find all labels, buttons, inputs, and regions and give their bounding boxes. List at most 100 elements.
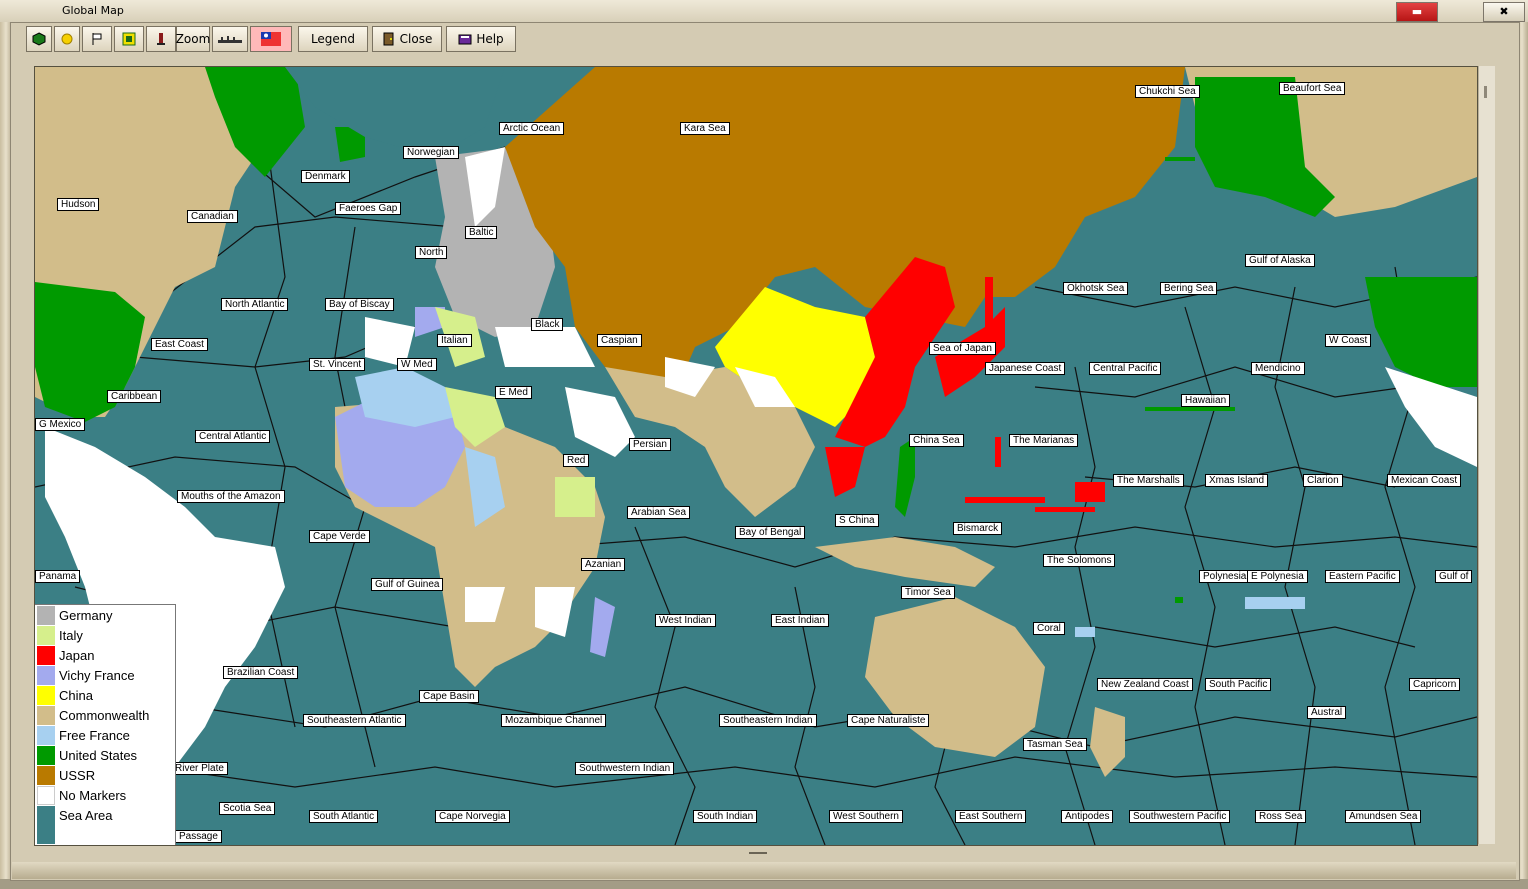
sea-label[interactable]: Tasman Sea — [1023, 738, 1087, 751]
sea-label[interactable]: Arctic Ocean — [499, 122, 565, 135]
sea-label[interactable]: G Mexico — [35, 418, 86, 431]
sea-label[interactable]: Polynesia — [1199, 570, 1251, 583]
sea-label[interactable]: The Marshalls — [1113, 474, 1184, 487]
sea-label[interactable]: Black — [531, 318, 564, 331]
sea-label[interactable]: East Southern — [955, 810, 1027, 823]
sea-label[interactable]: North Atlantic — [221, 298, 289, 311]
sea-label[interactable]: Gulf of Alaska — [1245, 254, 1315, 267]
sea-label[interactable]: Norwegian — [403, 146, 459, 159]
sea-label[interactable]: Faeroes Gap — [335, 202, 402, 215]
sea-label[interactable]: Caribbean — [107, 390, 162, 403]
sea-label[interactable]: Southwestern Indian — [575, 762, 675, 775]
sea-label[interactable]: Bay of Biscay — [325, 298, 394, 311]
sea-label[interactable]: Scotia Sea — [219, 802, 276, 815]
sea-label[interactable]: Amundsen Sea — [1345, 810, 1422, 823]
sea-label[interactable]: Panama — [35, 570, 81, 583]
nationality-flag-button[interactable] — [250, 26, 292, 52]
sea-label[interactable]: Central Atlantic — [195, 430, 271, 443]
sea-label[interactable]: Mouths of the Amazon — [177, 490, 285, 503]
sea-label[interactable]: Gulf of Guinea — [371, 578, 444, 591]
sea-label[interactable]: West Indian — [655, 614, 716, 627]
grip-handle[interactable] — [749, 852, 767, 854]
sea-label[interactable]: Coral — [1033, 622, 1065, 635]
sea-label[interactable]: Gulf of — [1435, 570, 1473, 583]
vertical-scrollbar[interactable] — [1478, 66, 1495, 844]
horizontal-scroll-grip[interactable] — [34, 846, 1476, 860]
sea-label[interactable]: St. Vincent — [309, 358, 366, 371]
sea-label[interactable]: Cape Basin — [419, 690, 479, 703]
sea-label[interactable]: Mexican Coast — [1387, 474, 1462, 487]
sea-label[interactable]: Azanian — [581, 558, 626, 571]
sea-label[interactable]: Canadian — [187, 210, 238, 223]
sea-label[interactable]: Southwestern Pacific — [1129, 810, 1231, 823]
sea-label[interactable]: Bismarck — [953, 522, 1003, 535]
sea-label[interactable]: Persian — [629, 438, 671, 451]
sea-label[interactable]: Cape Verde — [309, 530, 370, 543]
sea-label[interactable]: S China — [835, 514, 879, 527]
sea-label[interactable]: W Med — [397, 358, 437, 371]
sea-label[interactable]: E Med — [495, 386, 532, 399]
sea-label[interactable]: Southeastern Indian — [719, 714, 817, 727]
sea-label[interactable]: Central Pacific — [1089, 362, 1162, 375]
sea-label[interactable]: New Zealand Coast — [1097, 678, 1193, 691]
sea-label[interactable]: North — [415, 246, 448, 259]
sea-label[interactable]: East Coast — [151, 338, 208, 351]
sun-button[interactable] — [54, 26, 80, 52]
sea-label[interactable]: Caspian — [597, 334, 642, 347]
sea-label[interactable]: Arabian Sea — [627, 506, 691, 519]
minimize-button[interactable]: ▬ — [1396, 2, 1438, 22]
fleet-button[interactable] — [212, 26, 248, 52]
sea-label[interactable]: Chukchi Sea — [1135, 85, 1200, 98]
sea-label[interactable]: Cape Naturaliste — [847, 714, 930, 727]
sea-label[interactable]: Red — [563, 454, 590, 467]
flag-button[interactable] — [82, 26, 112, 52]
supply-button[interactable] — [146, 26, 176, 52]
hex-button[interactable] — [26, 26, 52, 52]
sea-label[interactable]: Clarion — [1303, 474, 1343, 487]
sea-label[interactable]: Okhotsk Sea — [1063, 282, 1129, 295]
sea-label[interactable]: Austral — [1307, 706, 1347, 719]
sea-label[interactable]: Italian — [437, 334, 472, 347]
sea-label[interactable]: Kara Sea — [680, 122, 730, 135]
sea-label[interactable]: The Solomons — [1043, 554, 1116, 567]
sea-label[interactable]: Bering Sea — [1160, 282, 1218, 295]
sea-label[interactable]: Southeastern Atlantic — [303, 714, 406, 727]
close-window-button[interactable]: ✖ — [1483, 2, 1525, 22]
sea-label[interactable]: West Southern — [829, 810, 903, 823]
sea-label[interactable]: Sea of Japan — [929, 342, 996, 355]
sea-label[interactable]: Ross Sea — [1255, 810, 1307, 823]
sea-label[interactable]: River Plate — [171, 762, 228, 775]
sea-label[interactable]: Baltic — [465, 226, 498, 239]
sea-label[interactable]: Hudson — [57, 198, 100, 211]
sea-label[interactable]: South Pacific — [1205, 678, 1272, 691]
sea-label[interactable]: South Indian — [693, 810, 758, 823]
scroll-thumb[interactable] — [1484, 86, 1487, 98]
legend-button[interactable]: Legend — [298, 26, 368, 52]
sea-label[interactable]: The Marianas — [1009, 434, 1079, 447]
unit-button[interactable] — [114, 26, 144, 52]
world-map[interactable]: Chukchi Sea Beaufort Sea Arctic Ocean Ka… — [34, 66, 1478, 846]
zoom-button[interactable]: Zoom — [176, 26, 210, 52]
help-button[interactable]: Help — [446, 26, 516, 52]
sea-label[interactable]: Capricorn — [1409, 678, 1461, 691]
sea-label[interactable]: Eastern Pacific — [1325, 570, 1400, 583]
sea-label[interactable]: Hawaiian — [1181, 394, 1231, 407]
sea-label[interactable]: Mozambique Channel — [501, 714, 607, 727]
sea-label[interactable]: Antipodes — [1061, 810, 1114, 823]
sea-label[interactable]: Japanese Coast — [985, 362, 1066, 375]
sea-label[interactable]: Timor Sea — [901, 586, 955, 599]
sea-label[interactable]: China Sea — [909, 434, 964, 447]
sea-label[interactable]: Mendicino — [1251, 362, 1305, 375]
sea-label[interactable]: Cape Norvegia — [435, 810, 510, 823]
sea-label[interactable]: Xmas Island — [1205, 474, 1269, 487]
sea-label[interactable]: Beaufort Sea — [1279, 82, 1346, 95]
sea-label[interactable]: Passage — [175, 830, 222, 843]
sea-label[interactable]: W Coast — [1325, 334, 1372, 347]
sea-label[interactable]: Bay of Bengal — [735, 526, 806, 539]
sea-label[interactable]: Denmark — [301, 170, 350, 183]
sea-label[interactable]: East Indian — [771, 614, 830, 627]
close-button[interactable]: Close — [372, 26, 442, 52]
sea-label[interactable]: South Atlantic — [309, 810, 379, 823]
sea-label[interactable]: Brazilian Coast — [223, 666, 299, 679]
sea-label[interactable]: E Polynesia — [1247, 570, 1308, 583]
